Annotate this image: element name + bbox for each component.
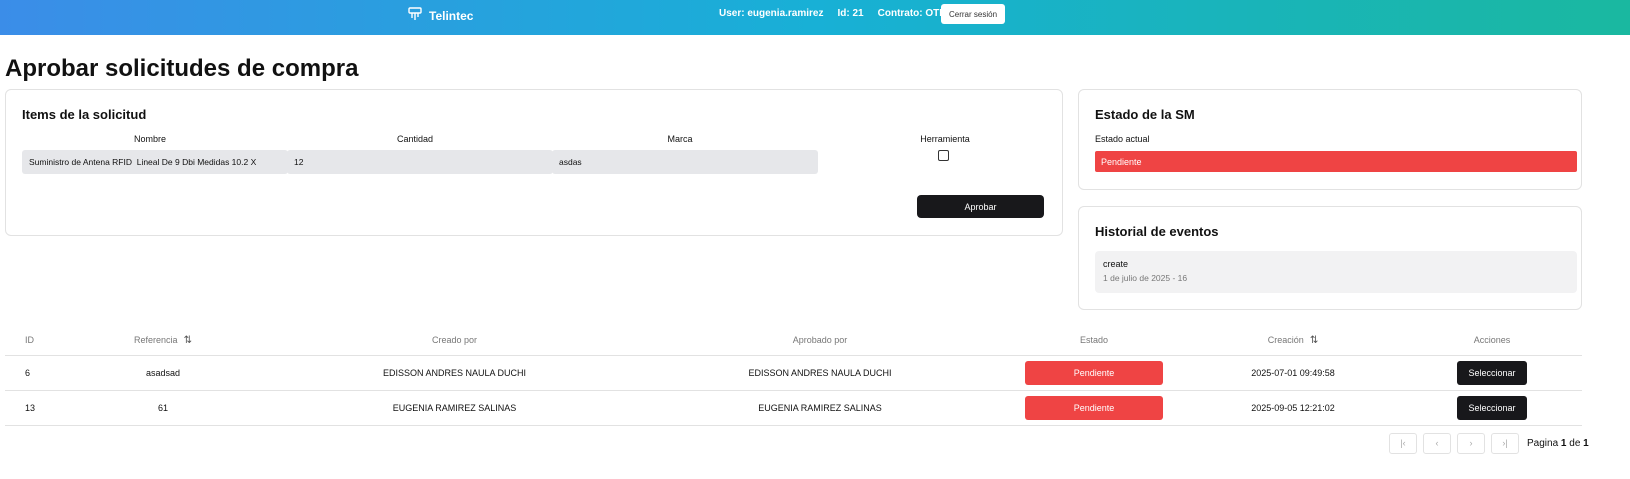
col-referencia-label: Referencia [134, 334, 178, 345]
items-card: Items de la solicitud Nombre Cantidad Ma… [5, 89, 1063, 236]
table-row[interactable]: 13 61 EUGENIA RAMIREZ SALINAS EUGENIA RA… [5, 390, 1582, 426]
table-header-row: ID Referencia ⇅ Creado por Aprobado por E… [5, 326, 1582, 356]
cell-acciones: Seleccionar [1402, 390, 1582, 426]
historial-title: Historial de eventos [1095, 224, 1219, 239]
cell-aprobado: EDISSON ANDRES NAULA DUCHI [636, 355, 1004, 391]
cell-referencia: 61 [53, 390, 273, 426]
status-badge: Pendiente [1025, 360, 1163, 385]
col-creacion[interactable]: Creación ⇅ [1184, 326, 1402, 356]
user-info: User: eugenia.ramirez Id: 21 Contrato: O… [719, 8, 961, 19]
page-of: de [1569, 438, 1581, 449]
event-item: create 1 de julio de 2025 - 16 [1095, 251, 1577, 293]
status-badge: Pendiente [1025, 395, 1163, 420]
cell-estado: Pendiente [1004, 390, 1184, 426]
table-row[interactable]: 6 asadsad EDISSON ANDRES NAULA DUCHI EDI… [5, 355, 1582, 391]
cell-creacion: 2025-07-01 09:49:58 [1184, 355, 1402, 391]
nombre-label: Nombre [133, 134, 166, 144]
event-name: create [1103, 259, 1129, 269]
estado-label: Estado actual [1095, 134, 1150, 144]
page-indicator: Pagina 1 de 1 [1527, 438, 1589, 449]
pagination: |‹ ‹ › ›| Pagina 1 de 1 [1389, 433, 1589, 454]
cell-creacion: 2025-09-05 12:21:02 [1184, 390, 1402, 426]
last-page-icon[interactable]: ›| [1491, 433, 1519, 454]
cell-aprobado: EUGENIA RAMIREZ SALINAS [636, 390, 1004, 426]
marca-label: Marca [667, 134, 693, 144]
col-estado: Estado [1004, 326, 1184, 356]
top-bar: Telintec User: eugenia.ramirez Id: 21 Co… [0, 0, 1630, 35]
username: User: eugenia.ramirez [719, 8, 824, 19]
cell-estado: Pendiente [1004, 355, 1184, 391]
cell-creado: EUGENIA RAMIREZ SALINAS [273, 390, 636, 426]
first-page-icon[interactable]: |‹ [1389, 433, 1417, 454]
sort-icon[interactable]: ⇅ [1310, 335, 1318, 346]
cell-creado: EDISSON ANDRES NAULA DUCHI [273, 355, 636, 391]
marca-field[interactable] [552, 150, 818, 174]
select-button[interactable]: Seleccionar [1457, 395, 1527, 420]
herramienta-checkbox[interactable] [938, 150, 949, 161]
cell-id: 13 [5, 390, 53, 426]
page-total: 1 [1583, 438, 1589, 449]
col-aprobado: Aprobado por [636, 326, 1004, 356]
sort-icon[interactable]: ⇅ [184, 335, 192, 346]
brand-name: Telintec [429, 8, 474, 23]
nombre-field[interactable] [22, 150, 288, 174]
estado-card: Estado de la SM Estado actual Pendiente [1078, 89, 1582, 190]
brand[interactable]: Telintec [407, 6, 473, 25]
col-creado: Creado por [273, 326, 636, 356]
page-current: 1 [1560, 438, 1567, 449]
cell-referencia: asadsad [53, 355, 273, 391]
approve-button[interactable]: Aprobar [917, 195, 1044, 218]
event-date: 1 de julio de 2025 - 16 [1103, 273, 1188, 283]
col-creacion-label: Creación [1267, 334, 1304, 345]
cell-id: 6 [5, 355, 53, 391]
prev-page-icon[interactable]: ‹ [1423, 433, 1451, 454]
col-acciones: Acciones [1402, 326, 1582, 356]
requests-table: ID Referencia ⇅ Creado por Aprobado por E… [5, 326, 1582, 426]
cantidad-label: Cantidad [396, 134, 434, 144]
user-id: Id: 21 [837, 8, 864, 19]
page-prefix: Pagina [1527, 438, 1559, 449]
cantidad-field[interactable] [287, 150, 553, 174]
estado-title: Estado de la SM [1095, 107, 1195, 122]
col-id: ID [5, 326, 53, 356]
select-button[interactable]: Seleccionar [1457, 360, 1527, 385]
historial-card: Historial de eventos create 1 de julio d… [1078, 206, 1582, 310]
estado-badge: Pendiente [1095, 151, 1577, 172]
items-title: Items de la solicitud [22, 107, 147, 122]
col-referencia[interactable]: Referencia ⇅ [53, 326, 273, 356]
cell-acciones: Seleccionar [1402, 355, 1582, 391]
herramienta-label: Herramienta [920, 134, 970, 144]
next-page-icon[interactable]: › [1457, 433, 1485, 454]
logout-button[interactable]: Cerrar sesión [941, 4, 1006, 24]
page-title: Aprobar solicitudes de compra [5, 55, 359, 82]
brand-logo-icon [407, 6, 423, 25]
